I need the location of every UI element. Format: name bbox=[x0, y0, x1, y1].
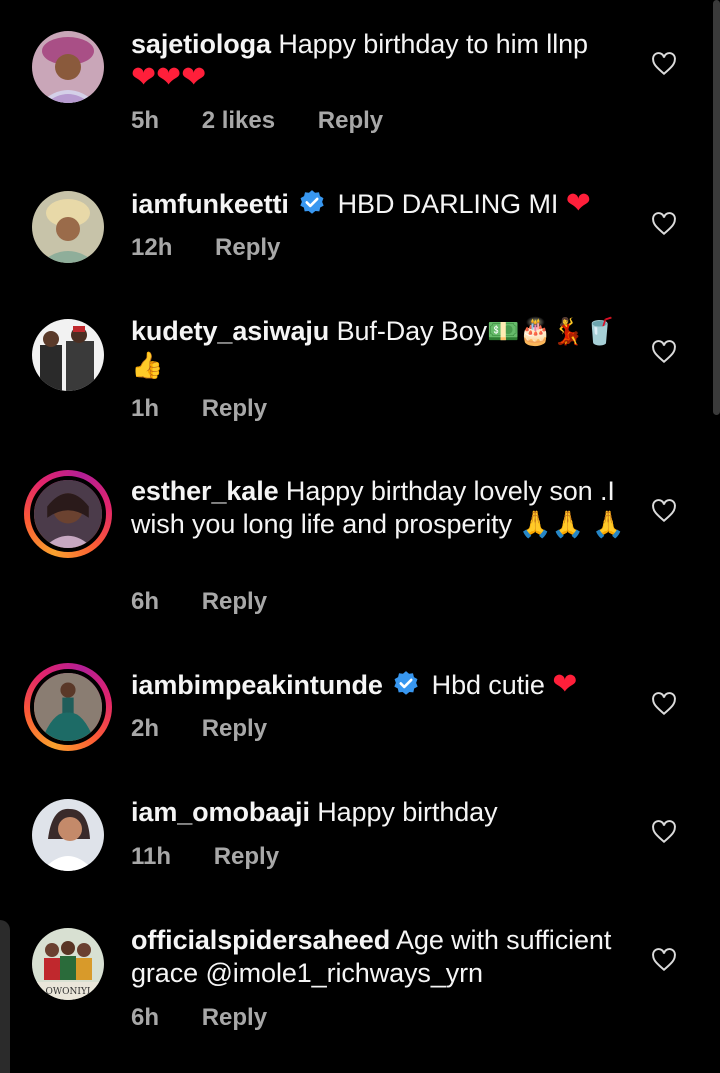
comment-text: iambimpeakintunde Hbd cutie ❤ bbox=[131, 668, 631, 702]
reply-button[interactable]: Reply bbox=[318, 107, 383, 134]
timestamp: 6h bbox=[131, 1004, 160, 1031]
heart-emoji: ❤ bbox=[552, 668, 578, 701]
avatar-image bbox=[32, 319, 104, 391]
like-heart-icon[interactable] bbox=[651, 212, 677, 236]
timestamp: 1h bbox=[131, 395, 160, 422]
timestamp: 2h bbox=[131, 715, 160, 742]
heart-emoji: ❤ bbox=[565, 187, 591, 220]
reply-button[interactable]: Reply bbox=[215, 234, 280, 261]
side-panel-edge bbox=[0, 920, 10, 1073]
avatar-story-ring[interactable] bbox=[24, 470, 112, 558]
timestamp: 5h bbox=[131, 107, 160, 134]
comment-meta: 5h 2 likes Reply bbox=[131, 107, 383, 135]
avatar[interactable] bbox=[32, 799, 104, 871]
like-heart-icon[interactable] bbox=[651, 820, 677, 844]
comment-body: Happy birthday to him llnp bbox=[278, 29, 588, 59]
avatar-image bbox=[30, 669, 106, 745]
like-heart-icon[interactable] bbox=[651, 948, 677, 972]
comment-meta: 1h Reply bbox=[131, 395, 267, 423]
comment-text: officialspidersaheed Age with sufficient… bbox=[131, 924, 631, 990]
comment-text: esther_kale Happy birthday lovely son .I… bbox=[131, 475, 631, 542]
avatar[interactable]: OWONIYI bbox=[32, 928, 104, 1000]
username[interactable]: officialspidersaheed bbox=[131, 925, 390, 955]
username[interactable]: kudety_asiwaju bbox=[131, 316, 329, 346]
username[interactable]: iambimpeakintunde bbox=[131, 670, 383, 700]
username[interactable]: sajetiologa bbox=[131, 29, 271, 59]
username[interactable]: iamfunkeetti bbox=[131, 189, 289, 219]
reply-button[interactable]: Reply bbox=[202, 395, 267, 422]
like-heart-icon[interactable] bbox=[651, 499, 677, 523]
verified-badge-icon bbox=[300, 190, 324, 214]
comment-meta: 6h Reply bbox=[131, 588, 267, 616]
reply-button[interactable]: Reply bbox=[202, 1004, 267, 1031]
likes-count[interactable]: 2 likes bbox=[202, 107, 275, 134]
avatar-story-ring[interactable] bbox=[24, 663, 112, 751]
thumbs-up-emoji: 👍 bbox=[131, 351, 164, 381]
timestamp: 11h bbox=[131, 843, 172, 870]
comment-meta: 2h Reply bbox=[131, 715, 267, 743]
avatar[interactable] bbox=[32, 191, 104, 263]
avatar-image bbox=[32, 191, 104, 263]
avatar[interactable] bbox=[32, 31, 104, 103]
comment-text: iam_omobaaji Happy birthday bbox=[131, 796, 631, 829]
like-heart-icon[interactable] bbox=[651, 340, 677, 364]
comment-body: Hbd cutie bbox=[431, 670, 545, 700]
comment-text: iamfunkeetti HBD DARLING MI ❤ bbox=[131, 187, 631, 221]
avatar-logo-text: OWONIYI bbox=[46, 987, 91, 997]
avatar-image bbox=[32, 31, 104, 103]
comment-meta: 6h Reply bbox=[131, 1004, 267, 1032]
comment-body: Buf-Day Boy bbox=[336, 316, 488, 346]
like-heart-icon[interactable] bbox=[651, 692, 677, 716]
comment-meta: 11h Reply bbox=[131, 843, 279, 871]
timestamp: 12h bbox=[131, 234, 173, 261]
praying-hands-emoji: 🙏🙏 🙏 bbox=[519, 510, 625, 540]
username[interactable]: esther_kale bbox=[131, 476, 279, 506]
emoji-sequence: 💵🎂💃🥤 bbox=[487, 317, 617, 347]
avatar-image: OWONIYI bbox=[32, 928, 104, 1000]
verified-badge-icon bbox=[394, 671, 418, 695]
reply-button[interactable]: Reply bbox=[202, 715, 267, 742]
comment-body: HBD DARLING MI bbox=[337, 189, 559, 219]
comment-body: Happy birthday bbox=[317, 797, 498, 827]
avatar-image bbox=[32, 799, 104, 871]
reply-button[interactable]: Reply bbox=[202, 588, 267, 615]
scrollbar[interactable] bbox=[713, 0, 720, 415]
like-heart-icon[interactable] bbox=[651, 52, 677, 76]
username[interactable]: iam_omobaaji bbox=[131, 797, 310, 827]
avatar-image bbox=[30, 476, 106, 552]
comment-text: kudety_asiwaju Buf-Day Boy💵🎂💃🥤 👍 bbox=[131, 315, 631, 383]
reply-button[interactable]: Reply bbox=[214, 843, 279, 870]
comment-meta: 12h Reply bbox=[131, 234, 280, 262]
heart-emoji: ❤❤❤ bbox=[131, 61, 207, 94]
avatar[interactable] bbox=[32, 319, 104, 391]
comment-text: sajetiologa Happy birthday to him llnp ❤… bbox=[131, 28, 631, 95]
timestamp: 6h bbox=[131, 588, 160, 615]
